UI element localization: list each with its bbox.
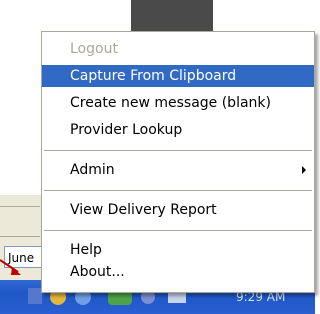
menu-item-label: View Delivery Report [70,202,217,218]
menu-item-logout[interactable]: Logout [42,38,314,60]
context-menu: Logout Capture From Clipboard Create new… [41,31,315,293]
menu-item-admin[interactable]: Admin [42,159,314,181]
menu-item-about[interactable]: About... [42,261,314,283]
tray-icon [28,288,42,304]
menu-item-label: Logout [70,41,118,57]
menu-item-label: About... [70,264,125,280]
menu-separator [44,150,312,151]
menu-item-label: Admin [70,162,115,178]
background-divider [0,236,40,237]
menu-item-label: Help [70,242,102,258]
menu-item-label: Create new message (blank) [70,95,271,111]
menu-item-label: Capture From Clipboard [70,68,237,84]
menu-item-capture-from-clipboard[interactable]: Capture From Clipboard [42,65,314,87]
menu-separator [44,190,312,191]
menu-item-create-new-message[interactable]: Create new message (blank) [42,92,314,114]
menu-item-label: Provider Lookup [70,122,183,138]
submenu-arrow-icon [302,166,306,174]
menu-item-help[interactable]: Help [42,239,314,261]
menu-item-view-delivery-report[interactable]: View Delivery Report [42,199,314,221]
background-divider [0,206,40,207]
menu-item-provider-lookup[interactable]: Provider Lookup [42,119,314,141]
annotation-arrow-icon [0,259,21,275]
menu-separator [44,230,312,231]
